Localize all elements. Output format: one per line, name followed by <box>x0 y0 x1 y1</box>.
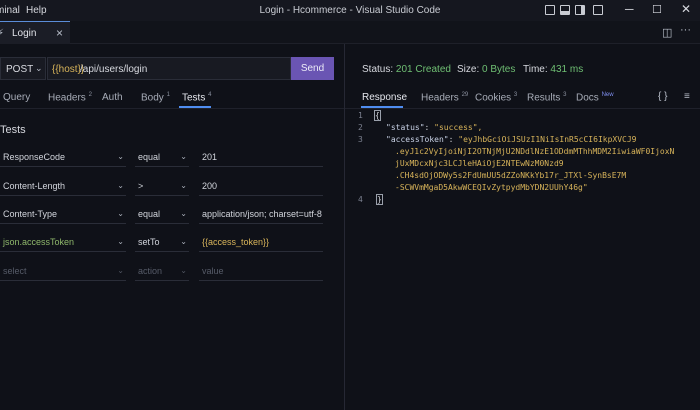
response-size: Size: 0 Bytes <box>457 64 516 75</box>
toggle-primary-sidebar-icon[interactable] <box>545 5 555 15</box>
split-editor-icon[interactable]: ◫ <box>662 26 672 39</box>
json-close-brace: } <box>376 194 383 205</box>
json-token-wrap: -SCWVmMgaD5AkwWCEQIvZytpydMbYDN2UUhY46g" <box>395 183 588 192</box>
test-action-select[interactable]: setTo ⌄ <box>135 232 189 252</box>
chevron-down-icon: ⌄ <box>117 209 124 218</box>
test-action-select[interactable]: > ⌄ <box>135 176 189 196</box>
tab-cookies[interactable]: Cookies 3 <box>475 92 517 103</box>
chevron-down-icon: ⌄ <box>180 237 187 246</box>
tab-login[interactable]: ⚡ Login × <box>0 21 70 44</box>
tab-body[interactable]: Body 1 <box>141 92 170 103</box>
test-field-select[interactable]: json.accessToken ⌄ <box>0 232 126 252</box>
chevron-down-icon: ⌄ <box>35 63 43 73</box>
test-field-select[interactable]: ResponseCode ⌄ <box>0 147 126 167</box>
test-field-select[interactable]: Content-Length ⌄ <box>0 176 126 196</box>
tab-tests[interactable]: Tests 4 <box>182 92 211 103</box>
json-token-wrap: .CH4sdOjODWy5s2FdUmUU5dZZoNKkYb17r_JTXl-… <box>395 171 627 180</box>
chevron-down-icon: ⌄ <box>180 152 187 161</box>
braces-icon[interactable]: { } <box>658 91 667 102</box>
close-window-icon[interactable]: ✕ <box>681 2 691 16</box>
test-value-input[interactable]: 201 <box>199 147 323 167</box>
method-label: POST <box>6 64 34 75</box>
tab-close-icon[interactable]: × <box>56 26 63 40</box>
test-action-select[interactable]: equal ⌄ <box>135 204 189 224</box>
test-field-select[interactable]: Content-Type ⌄ <box>0 204 126 224</box>
customize-layout-icon[interactable] <box>593 5 603 15</box>
chevron-down-icon: ⌄ <box>117 181 124 190</box>
maximize-icon[interactable]: ☐ <box>652 3 662 16</box>
chevron-down-icon: ⌄ <box>117 266 124 275</box>
test-value-input[interactable]: 200 <box>199 176 323 196</box>
line-number: 2 <box>358 123 363 132</box>
pane-divider[interactable] <box>344 44 345 410</box>
test-value-input[interactable]: application/json; charset=utf-8 <box>199 204 323 224</box>
thunder-client-icon: ⚡ <box>0 28 5 39</box>
url-input[interactable]: {{host}} /api/users/login <box>47 57 291 80</box>
toggle-panel-icon[interactable] <box>560 5 570 15</box>
response-time: Time: 431 ms <box>523 64 584 75</box>
line-number: 1 <box>358 111 363 120</box>
title-bar: minal Help Login - Hcommerce - Visual St… <box>0 0 700 21</box>
test-action-select[interactable]: equal ⌄ <box>135 147 189 167</box>
chevron-down-icon: ⌄ <box>180 266 187 275</box>
url-path: /api/users/login <box>80 64 148 75</box>
editor-tab-bar: ⚡ Login × ◫ ··· <box>0 21 700 44</box>
json-open-brace: { <box>374 110 381 121</box>
send-button[interactable]: Send <box>291 57 334 80</box>
tab-divider <box>0 108 344 109</box>
line-number: 3 <box>358 135 363 144</box>
more-actions-icon[interactable]: ··· <box>680 24 691 36</box>
tab-results[interactable]: Results 3 <box>527 92 566 103</box>
tab-label: Login <box>12 28 37 39</box>
chevron-down-icon: ⌄ <box>180 181 187 190</box>
chevron-down-icon: ⌄ <box>117 152 124 161</box>
method-select[interactable]: POST ⌄ <box>0 57 46 80</box>
chevron-down-icon: ⌄ <box>117 237 124 246</box>
chevron-down-icon: ⌄ <box>180 209 187 218</box>
test-value-input[interactable]: {{access_token}} <box>199 232 323 252</box>
tab-query[interactable]: Query <box>3 92 30 103</box>
tab-response-headers[interactable]: Headers 29 <box>421 92 468 103</box>
minimize-icon[interactable]: ─ <box>625 2 634 16</box>
tab-divider <box>345 108 700 109</box>
json-line-status: "status": "success", <box>386 123 483 132</box>
test-value-input[interactable]: value <box>199 261 323 281</box>
tests-heading: Tests <box>0 124 26 136</box>
tab-headers[interactable]: Headers 2 <box>48 92 92 103</box>
test-action-select[interactable]: action ⌄ <box>135 261 189 281</box>
json-line-token: "accessToken": "eyJhbGciOiJSUzI1NiIsInR5… <box>386 135 637 144</box>
json-token-wrap: jUxMDcxNjc3LCJleHAiOjE2NTEwNzM0Nzd9 <box>395 159 564 168</box>
response-status: Status: 201 Created <box>362 64 451 75</box>
tab-docs[interactable]: Docs New <box>576 92 614 103</box>
line-number: 4 <box>358 195 363 204</box>
tab-auth[interactable]: Auth <box>102 92 123 103</box>
json-token-wrap: .eyJ1c2VyIjoiNjI2OTNjMjU2NDdlNzE1ODdmMTh… <box>395 147 675 156</box>
menu-icon[interactable]: ≡ <box>684 91 690 102</box>
test-field-select[interactable]: select ⌄ <box>0 261 126 281</box>
tab-response[interactable]: Response <box>362 92 407 103</box>
toggle-secondary-sidebar-icon[interactable] <box>575 5 585 15</box>
